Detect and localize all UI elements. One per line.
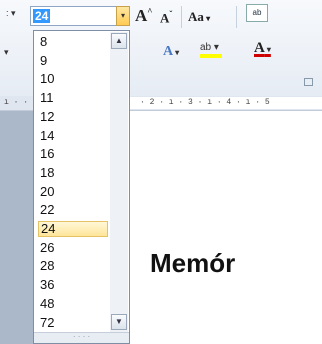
chevron-down-icon: ▾ xyxy=(173,48,180,57)
font-size-option[interactable]: 12 xyxy=(38,109,108,125)
font-size-option[interactable]: 16 xyxy=(38,146,108,162)
highlighter-icon: ab xyxy=(200,42,212,53)
font-size-option[interactable]: 8 xyxy=(38,34,108,50)
font-color-icon: A xyxy=(254,40,265,56)
font-size-option[interactable]: 9 xyxy=(38,53,108,69)
change-case-button[interactable]: Aa ▾ xyxy=(188,9,210,25)
font-size-option[interactable]: 11 xyxy=(38,90,108,106)
text-effects-button[interactable]: A ▾ xyxy=(163,44,179,60)
grow-font-icon: A xyxy=(135,6,148,25)
chevron-up-icon: ▲ xyxy=(115,36,123,45)
scroll-up-button[interactable]: ▲ xyxy=(111,33,127,49)
text-highlight-button[interactable]: ab ▾ xyxy=(200,42,222,58)
font-size-input[interactable]: 24 xyxy=(33,9,51,23)
font-size-dropdown-list[interactable]: 8 9 10 11 12 14 16 18 20 22 24 26 28 36 48 72 ▲ ▼ · · ·… xyxy=(33,30,130,344)
font-name-dropdown-arrow[interactable]: : ▾ xyxy=(6,8,16,19)
text-effects-icon: A xyxy=(163,44,174,59)
highlight-color-bar xyxy=(200,54,222,58)
font-size-dropdown-button[interactable]: ▾ xyxy=(116,6,130,26)
font-size-option[interactable]: 28 xyxy=(38,258,108,274)
shrink-font-icon: A xyxy=(160,10,170,26)
chevron-down-icon: ▼ xyxy=(115,317,123,326)
font-color-button[interactable]: A ▾ xyxy=(254,40,271,57)
font-size-option[interactable]: 20 xyxy=(38,184,108,200)
document-heading-text[interactable]: Memór xyxy=(150,248,235,279)
toolbar-separator xyxy=(181,6,182,28)
shrink-font-button[interactable]: Aˇ xyxy=(160,9,172,26)
font-size-combobox[interactable]: 24 ▾ xyxy=(30,6,130,26)
toolbar-separator xyxy=(236,6,237,28)
dropdown-resize-grip[interactable]: · · · · xyxy=(34,332,129,343)
word-window: : ▾ ▾ 24 ▾ A^ Aˇ Aa ▾ ab A ▾ ab ▾ A ▾ ı … xyxy=(0,0,322,344)
underline-dropdown-arrow[interactable]: ▾ xyxy=(4,47,9,58)
font-size-option[interactable]: 48 xyxy=(38,296,108,312)
change-case-icon: Aa xyxy=(188,9,204,24)
font-size-option[interactable]: 24 xyxy=(38,221,108,237)
dropdown-scrollbar[interactable]: ▲ ▼ xyxy=(110,32,128,342)
dialog-launcher-icon[interactable] xyxy=(304,78,313,86)
font-size-option[interactable]: 72 xyxy=(38,315,108,331)
chevron-down-icon: ▾ xyxy=(264,45,271,54)
document-page[interactable] xyxy=(120,111,322,344)
clear-formatting-button[interactable]: ab xyxy=(246,4,268,22)
scroll-down-button[interactable]: ▼ xyxy=(111,314,127,330)
font-size-option[interactable]: 18 xyxy=(38,165,108,181)
ruler-labels: · 2 · ı · 3 · ı · 4 · ı · 5 xyxy=(140,98,270,107)
font-size-option[interactable]: 14 xyxy=(38,128,108,144)
clear-formatting-icon: ab xyxy=(246,4,268,22)
font-size-option[interactable]: 22 xyxy=(38,202,108,218)
chevron-down-icon: ▾ xyxy=(203,14,211,23)
font-size-option[interactable]: 36 xyxy=(38,277,108,293)
grow-font-button[interactable]: A^ xyxy=(135,6,153,26)
font-size-option[interactable]: 10 xyxy=(38,71,108,87)
ruler-left-margin: ı · · xyxy=(4,98,29,107)
chevron-down-icon: ▾ xyxy=(120,11,125,20)
font-size-option[interactable]: 26 xyxy=(38,240,108,256)
